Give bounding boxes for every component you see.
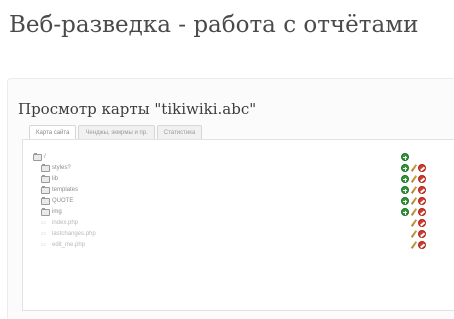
add-icon[interactable] [401, 175, 409, 183]
tree-row-label: / [44, 154, 46, 160]
file-icon: ▭ [41, 220, 46, 226]
tab-changes[interactable]: Ченджы, экмрмы и пр. [78, 125, 155, 139]
edit-icon[interactable] [410, 219, 418, 227]
delete-icon[interactable] [418, 208, 426, 216]
tree-row-label: edit_me.php [52, 242, 86, 248]
edit-icon[interactable] [410, 175, 418, 183]
delete-icon[interactable] [418, 230, 426, 238]
edit-icon[interactable] [410, 186, 418, 194]
map-view-card: Просмотр карты "tikiwiki.abc" Карта сайт… [7, 78, 454, 319]
delete-icon[interactable] [418, 197, 426, 205]
tree-row[interactable]: img [23, 207, 454, 217]
folder-icon [41, 208, 50, 216]
folder-icon [41, 175, 50, 183]
file-icon: ▭ [41, 242, 46, 248]
add-icon[interactable] [401, 197, 409, 205]
tree-row[interactable]: lib [23, 174, 454, 184]
tab-bar: Карта сайта Ченджы, экмрмы и пр. Статист… [29, 125, 204, 139]
tree-row[interactable]: ▭ edit_me.php [23, 240, 454, 250]
add-icon[interactable] [401, 164, 409, 172]
tab-site-map[interactable]: Карта сайта [29, 125, 77, 139]
tree-row-root[interactable]: / [23, 152, 454, 162]
page-heading: Веб-разведка - работа с отчётами [9, 12, 419, 38]
edit-icon[interactable] [410, 241, 418, 249]
delete-icon[interactable] [418, 186, 426, 194]
tree-row[interactable]: QUOTE [23, 196, 454, 206]
edit-icon[interactable] [410, 208, 418, 216]
edit-icon[interactable] [410, 164, 418, 172]
tree-row[interactable]: ▭ lastchanges.php [23, 229, 454, 239]
delete-icon[interactable] [418, 175, 426, 183]
delete-icon[interactable] [418, 164, 426, 172]
folder-icon [41, 186, 50, 194]
map-title: Просмотр карты "tikiwiki.abc" [18, 100, 257, 118]
file-icon: ▭ [41, 231, 46, 237]
add-icon[interactable] [401, 208, 409, 216]
delete-icon[interactable] [418, 241, 426, 249]
folder-icon [33, 153, 42, 161]
tree-row[interactable]: templates [23, 185, 454, 195]
tree-row-label: styles? [52, 165, 71, 171]
folder-icon [41, 164, 50, 172]
tree-row-label: img [52, 209, 62, 215]
add-icon[interactable] [401, 186, 409, 194]
edit-icon[interactable] [410, 230, 418, 238]
tree-row-label: index.php [52, 220, 79, 226]
site-map-tree: / styles? lib templates QUOTE img ▭ inde… [22, 139, 454, 311]
tree-row-label: templates [52, 187, 79, 193]
tab-statistics[interactable]: Статистика [156, 125, 203, 139]
edit-icon[interactable] [410, 197, 418, 205]
tree-row-label: lib [52, 176, 59, 182]
delete-icon[interactable] [418, 219, 426, 227]
tree-row-label: QUOTE [52, 198, 74, 204]
add-icon[interactable] [401, 153, 409, 161]
tree-row-label: lastchanges.php [52, 231, 96, 237]
tree-row[interactable]: styles? [23, 163, 454, 173]
folder-icon [41, 197, 50, 205]
tree-row[interactable]: ▭ index.php [23, 218, 454, 228]
